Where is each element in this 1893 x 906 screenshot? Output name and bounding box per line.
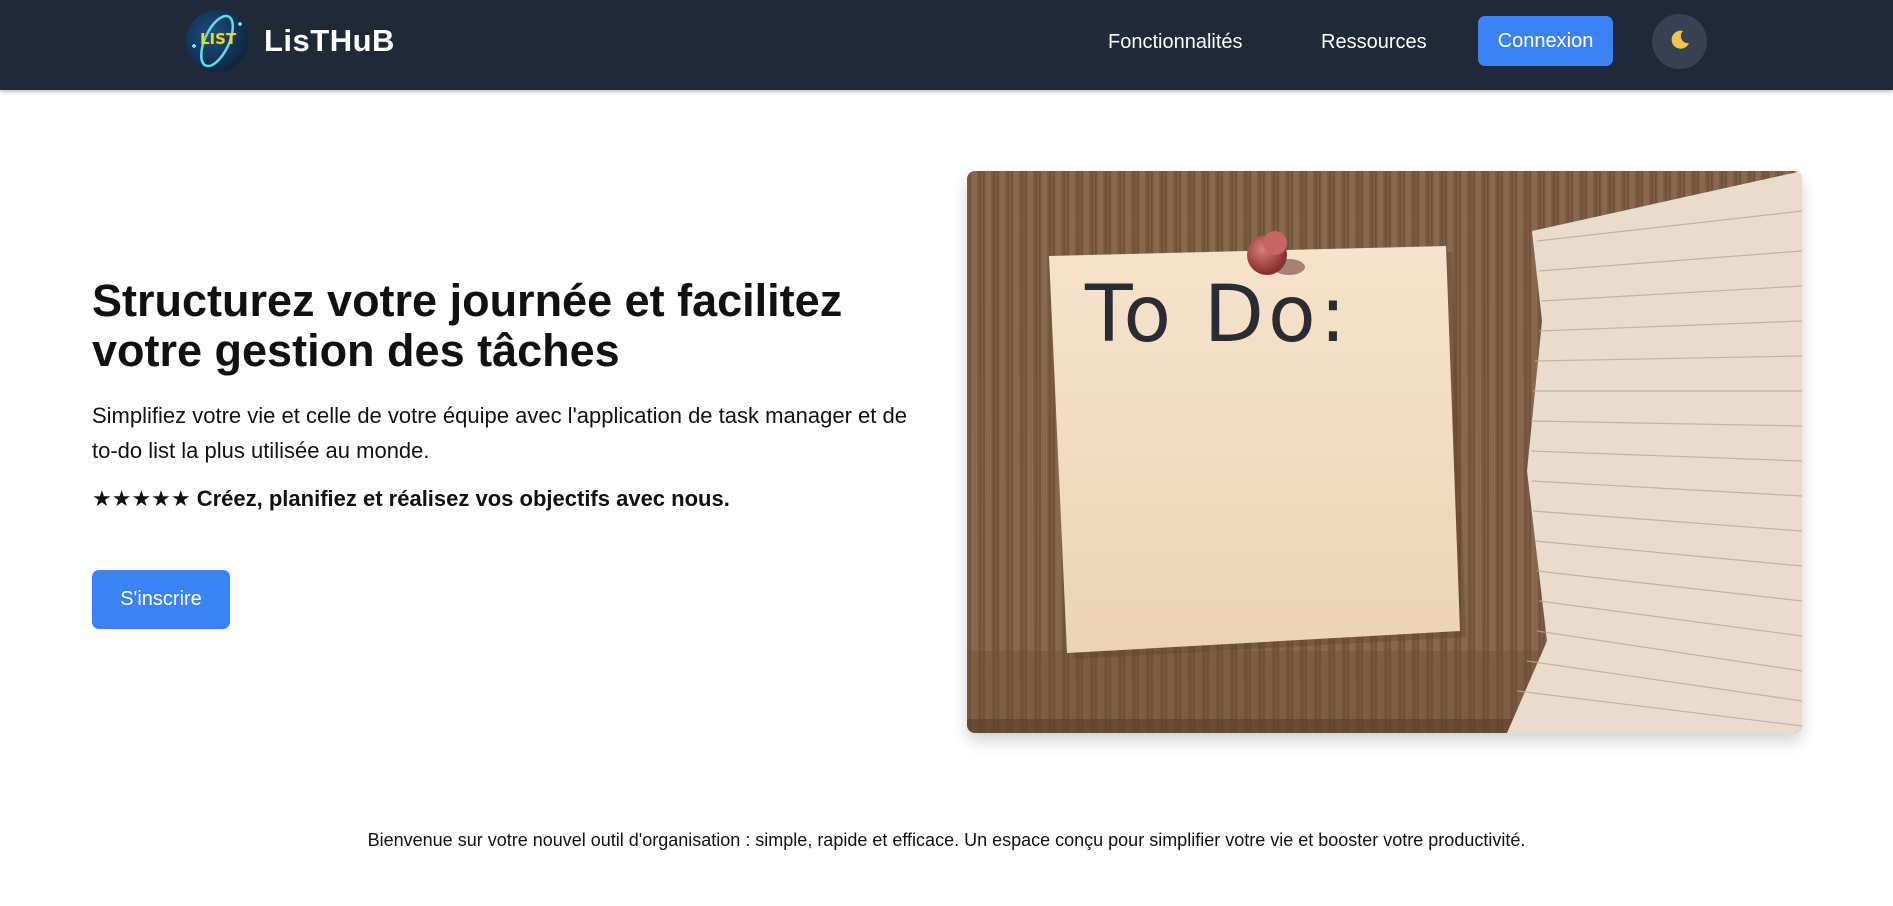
hero-title-line-1: Structurez votre journée et facilitez [92,275,843,326]
sticky-note-text: To Do: [1084,270,1350,360]
nav-links: Fonctionnalités Ressources Connexion [0,0,1893,90]
navbar: LIST LisTHuB Fonctionnalités Ressources … [0,0,1893,90]
nav-link-features[interactable]: Fonctionnalités [1108,30,1243,54]
hero-tagline: ★★★★★ Créez, planifiez et réalisez vos o… [92,486,730,511]
hero-subtitle-line-2: to-do list la plus utilisée au monde. [92,438,430,463]
hero-title: Structurez votre journée et facilitez vo… [92,276,942,376]
hero-subtitle: Simplifiez votre vie et celle de votre é… [92,398,942,468]
paper-stack [1507,171,1802,733]
hero-text: Structurez votre journée et facilitez vo… [92,276,942,512]
footer-text: Bienvenue sur votre nouvel outil d'organ… [367,830,1526,850]
hero-title-line-2: votre gestion des tâches [92,325,620,376]
signup-button[interactable]: S'inscrire [92,570,230,629]
theme-toggle-button[interactable] [1652,14,1707,69]
login-button[interactable]: Connexion [1478,16,1613,66]
sticky-note: To Do: [1049,246,1466,659]
nav-link-resources[interactable]: Ressources [1321,30,1427,54]
moon-icon [1668,28,1692,55]
hero-image: To Do: [967,171,1802,733]
hero-subtitle-line-1: Simplifiez votre vie et celle de votre é… [92,403,907,428]
